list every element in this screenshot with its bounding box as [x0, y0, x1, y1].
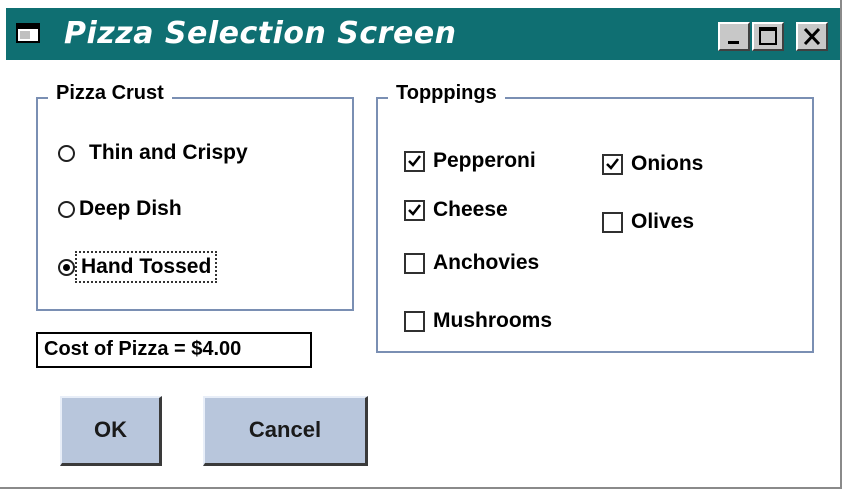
checkbox-label-cheese: Cheese	[433, 198, 508, 221]
checkbox-checked-icon[interactable]	[602, 153, 623, 175]
checkbox-label-olives: Olives	[631, 210, 695, 233]
checkbox-unchecked-icon[interactable]	[404, 252, 425, 274]
checkbox-unchecked-icon[interactable]	[404, 310, 425, 332]
cancel-button[interactable]: Cancel	[203, 396, 368, 466]
checkbox-label-anchovies: Anchovies	[433, 251, 540, 274]
toppings-group: Topppings Pepperoni Cheese Anchovies Mus…	[376, 82, 814, 353]
checkbox-label-onions: Onions	[631, 152, 704, 175]
radio-hand-tossed[interactable]: Hand Tossed	[58, 251, 218, 283]
checkbox-anchovies[interactable]: Anchovies	[404, 251, 539, 275]
radio-circle-icon[interactable]	[58, 200, 75, 218]
radio-label-thin-and-crispy: Thin and Crispy	[89, 141, 248, 164]
radio-deep-dish[interactable]: Deep Dish	[58, 197, 182, 221]
pizza-selection-window: Pizza Selection Screen Pizza Crust Thin …	[0, 0, 842, 489]
checkbox-cheese[interactable]: Cheese	[404, 198, 508, 222]
checkbox-onions[interactable]: Onions	[602, 152, 703, 176]
checkbox-unchecked-icon[interactable]	[602, 211, 623, 233]
checkbox-olives[interactable]: Olives	[602, 210, 694, 234]
checkbox-label-mushrooms: Mushrooms	[433, 309, 553, 332]
toppings-legend: Topppings	[388, 82, 505, 105]
radio-thin-and-crispy[interactable]: Thin and Crispy	[58, 141, 248, 165]
radio-label-deep-dish: Deep Dish	[79, 197, 182, 220]
checkbox-mushrooms[interactable]: Mushrooms	[404, 309, 552, 333]
close-icon	[803, 27, 821, 46]
radio-label-hand-tossed: Hand Tossed	[74, 251, 218, 283]
close-button[interactable]	[796, 22, 828, 51]
radio-selected-icon[interactable]	[58, 258, 75, 276]
minimize-button[interactable]	[718, 22, 750, 51]
app-window-icon[interactable]	[16, 21, 42, 45]
maximize-button[interactable]	[752, 22, 784, 51]
checkbox-checked-icon[interactable]	[404, 199, 425, 221]
cost-of-pizza-label: Cost of Pizza = $4.00	[36, 332, 312, 368]
pizza-crust-group: Pizza Crust Thin and Crispy Deep Dish Ha…	[36, 82, 354, 311]
title-bar[interactable]: Pizza Selection Screen	[6, 8, 840, 60]
checkbox-label-pepperoni: Pepperoni	[433, 149, 536, 172]
checkbox-pepperoni[interactable]: Pepperoni	[404, 149, 536, 173]
checkbox-checked-icon[interactable]	[404, 150, 425, 172]
ok-button[interactable]: OK	[60, 396, 162, 466]
pizza-crust-legend: Pizza Crust	[48, 82, 172, 105]
minimize-icon	[728, 41, 739, 44]
maximize-icon	[759, 27, 777, 45]
window-title: Pizza Selection Screen	[64, 16, 457, 51]
radio-circle-icon[interactable]	[58, 144, 75, 162]
